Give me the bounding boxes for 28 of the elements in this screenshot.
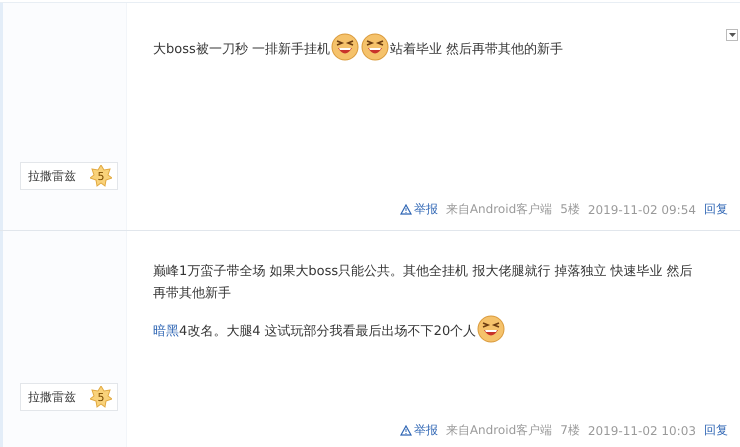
post-text: 巅峰1万蛮子带全场 如果大boss只能公共。其他全挂机 报大佬腿就行 掉落独立 快速毕业 然后再带其他新手 [153, 264, 693, 301]
reply-link[interactable]: 回复 [704, 201, 728, 218]
warning-icon [400, 204, 412, 215]
username[interactable]: 拉撒雷兹 [28, 168, 76, 184]
post-text: 大boss被一刀秒 一排新手挂机 [153, 42, 330, 57]
post-time: 2019-11-02 09:54 [588, 202, 696, 216]
reply-link[interactable]: 回复 [704, 422, 728, 439]
post-time: 2019-11-02 10:03 [588, 424, 696, 438]
post-text: 站着毕业 然后再带其他的新手 [390, 42, 564, 57]
user-tag[interactable]: 拉撒雷兹 5 [20, 383, 118, 411]
report-link[interactable]: 举报 [400, 201, 438, 218]
dropdown-button[interactable] [726, 29, 738, 41]
keyword-link[interactable]: 暗黑 [153, 324, 179, 339]
laughing-emoji-icon [360, 33, 389, 61]
source-text: 来自Android客户端 [446, 201, 552, 218]
source-text: 来自Android客户端 [446, 422, 552, 439]
level-badge: 5 [90, 165, 112, 187]
user-tag[interactable]: 拉撒雷兹 5 [20, 162, 118, 190]
report-link[interactable]: 举报 [400, 422, 438, 439]
floor-number: 7楼 [560, 422, 580, 439]
laughing-emoji-icon [330, 33, 359, 61]
username[interactable]: 拉撒雷兹 [28, 388, 76, 406]
laughing-emoji-icon [477, 315, 506, 343]
post-text: 4改名。大腿4 这试玩部分我看最后出场不下20个人 [179, 324, 476, 339]
caret-icon [728, 33, 736, 37]
warning-icon [400, 425, 412, 436]
floor-number: 5楼 [560, 201, 580, 218]
level-badge: 5 [90, 386, 112, 408]
